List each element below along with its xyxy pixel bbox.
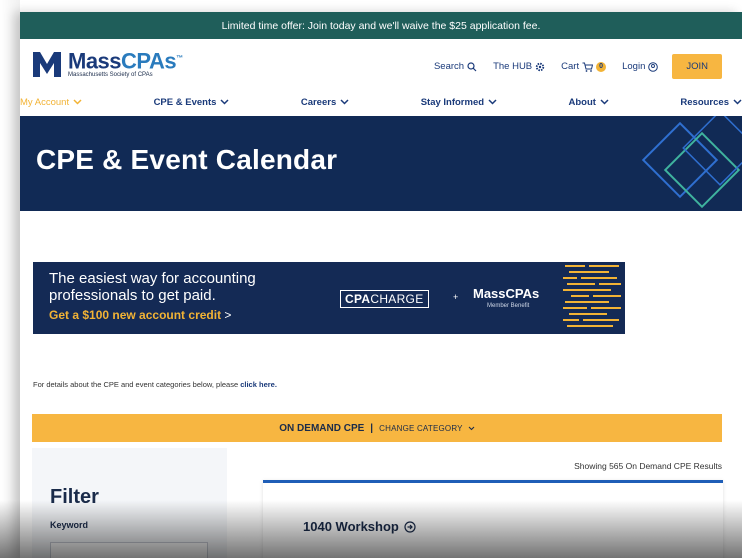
- site-header: MassCPAs™ Massachusetts Society of CPAs …: [20, 39, 742, 89]
- hero-diamond-decoration: [641, 116, 742, 209]
- chevron-down-icon: [600, 99, 609, 105]
- banner-masscpas: MassCPAs: [473, 286, 540, 301]
- hub-gear-icon: [535, 62, 545, 71]
- nav-careers[interactable]: Careers: [301, 97, 349, 108]
- result-title[interactable]: 1040 Workshop: [303, 519, 416, 534]
- chevron-down-icon: [73, 99, 82, 105]
- login-link[interactable]: Login: [622, 61, 659, 72]
- keyword-input[interactable]: [50, 542, 208, 558]
- nav-my-account[interactable]: My Account: [20, 97, 82, 108]
- cart-link[interactable]: Cart 0: [561, 61, 607, 72]
- nav-resources[interactable]: Resources: [680, 97, 742, 108]
- result-card[interactable]: 1040 Workshop: [263, 480, 723, 558]
- chevron-down-icon: [340, 99, 349, 105]
- banner-plus: +: [453, 292, 459, 302]
- change-category-button[interactable]: CHANGE CATEGORY: [379, 424, 475, 433]
- current-category: ON DEMAND CPE: [279, 422, 365, 434]
- cart-icon: [582, 62, 594, 72]
- banner-stripes-decoration: [563, 265, 621, 327]
- page: Limited time offer: Join today and we'll…: [20, 12, 742, 558]
- nav-stay-informed[interactable]: Stay Informed: [421, 97, 497, 108]
- logo-m-icon: [33, 51, 61, 77]
- search-icon: [467, 61, 477, 71]
- category-details-text: For details about the CPE and event cate…: [33, 380, 277, 389]
- utility-nav: Search The HUB Cart 0 Login JOIN: [418, 54, 722, 79]
- main-nav: My Account CPE & Events Careers Stay Inf…: [20, 89, 742, 115]
- user-icon: [648, 61, 659, 72]
- cpacharge-logo: CPACHARGE: [340, 290, 429, 308]
- chevron-down-icon: [488, 99, 497, 105]
- click-here-link[interactable]: click here.: [240, 380, 277, 389]
- page-hero: CPE & Event Calendar: [20, 116, 742, 211]
- chevron-down-icon: [468, 426, 475, 430]
- promo-text: Limited time offer: Join today and we'll…: [221, 19, 541, 32]
- banner-cta[interactable]: Get a $100 new account credit >: [49, 308, 231, 322]
- search-link[interactable]: Search: [434, 61, 477, 72]
- nav-about[interactable]: About: [569, 97, 609, 108]
- nav-cpe-events[interactable]: CPE & Events: [154, 97, 230, 108]
- logo-name: MassCPAs™: [68, 48, 183, 74]
- banner-member-benefit: Member Benefit: [487, 303, 530, 309]
- chevron-down-icon: [733, 99, 742, 105]
- keyword-label: Keyword: [50, 520, 89, 530]
- cart-count-badge: 0: [596, 61, 607, 72]
- window-edge: [0, 0, 20, 558]
- masscpas-logo[interactable]: MassCPAs™ Massachusetts Society of CPAs: [32, 49, 183, 78]
- category-separator: |: [370, 422, 374, 434]
- page-title: CPE & Event Calendar: [36, 144, 338, 175]
- hub-link[interactable]: The HUB: [493, 61, 545, 72]
- banner-headline: The easiest way for accounting professio…: [49, 270, 256, 304]
- filter-title: Filter: [50, 486, 99, 508]
- promo-bar: Limited time offer: Join today and we'll…: [20, 12, 742, 39]
- cpacharge-ad-banner[interactable]: The easiest way for accounting professio…: [33, 262, 625, 334]
- arrow-circle-right-icon: [404, 520, 416, 533]
- filter-panel: Filter Keyword: [32, 448, 227, 558]
- category-bar: ON DEMAND CPE | CHANGE CATEGORY: [32, 414, 722, 442]
- chevron-down-icon: [220, 99, 229, 105]
- join-button[interactable]: JOIN: [672, 54, 722, 79]
- results-count: Showing 565 On Demand CPE Results: [574, 461, 722, 471]
